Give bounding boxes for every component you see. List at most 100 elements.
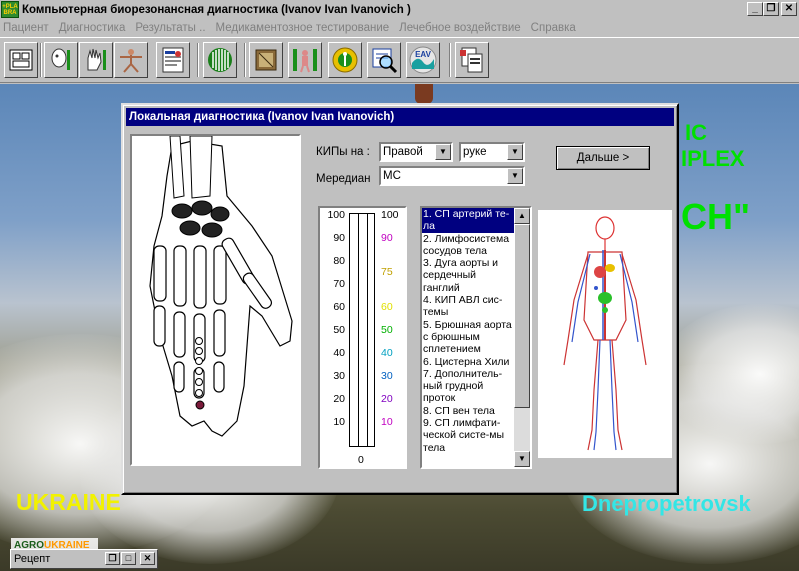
recipe-window-label: Рецепт	[14, 553, 51, 565]
scale-left-tick: 100	[327, 209, 345, 221]
list-item[interactable]: 4. КИП АВЛ сис-темы	[422, 294, 515, 319]
minimize-button[interactable]: _	[747, 2, 763, 16]
scale-zero: 0	[358, 454, 364, 466]
scale-left-tick: 40	[333, 347, 345, 359]
scroll-up-icon[interactable]: ▲	[514, 208, 530, 224]
list-item[interactable]: 6. Цистерна Хили	[422, 356, 515, 368]
list-item[interactable]: 8. СП вен тела	[422, 405, 515, 417]
scale-right-tick: 60	[381, 301, 393, 313]
scale-left-tick: 50	[333, 324, 345, 336]
dialog-title: Локальная диагностика (Ivanov Ivan Ivano…	[126, 108, 674, 126]
scale-left-tick: 80	[333, 255, 345, 267]
app-icon-text-2: BRA	[3, 9, 17, 16]
hand-skeleton-icon	[149, 135, 293, 437]
side-select-chevron-down-icon[interactable]: ▼	[435, 144, 451, 160]
scroll-down-icon[interactable]: ▼	[514, 451, 530, 467]
menu-patient[interactable]: Пациент	[3, 22, 49, 34]
list-item[interactable]: 9. СП лимфати-ческой систе-мы тела	[422, 417, 515, 454]
meridian-wheel-button[interactable]	[328, 42, 362, 78]
list-item[interactable]: 2. Лимфосистема сосудов тела	[422, 233, 515, 258]
scale-right-tick: 90	[381, 232, 393, 244]
scale-right-tick: 50	[381, 324, 393, 336]
list-item[interactable]: 3. Дуга аорты и сердечный ганглий	[422, 257, 515, 294]
signal-bars-icon	[208, 48, 232, 72]
scale-left-tick: 90	[333, 232, 345, 244]
hand-diagnosis-button[interactable]	[79, 42, 113, 78]
scale-left-tick: 10	[333, 416, 345, 428]
scale-left-tick: 60	[333, 301, 345, 313]
vitruvian-man-icon	[120, 49, 142, 73]
next-button[interactable]: Дальше >	[556, 146, 650, 170]
restore-button[interactable]: ❐	[763, 2, 779, 16]
hand-image[interactable]	[130, 134, 301, 466]
window-title: Компьютерная биорезонансная диагностика …	[22, 3, 411, 16]
eav-icon-label: EAV	[415, 50, 432, 59]
scale-left-tick: 70	[333, 278, 345, 290]
recipe-close-button[interactable]: ✕	[140, 552, 155, 565]
recipe-minimized-window[interactable]: Рецепт ❐ □ ✕	[10, 549, 158, 569]
list-item[interactable]: 7. Дополнитель-ный грудной проток	[422, 368, 515, 405]
body-scan-button[interactable]	[288, 42, 322, 78]
local-diagnostics-dialog: Локальная диагностика (Ivanov Ivan Ivano…	[121, 103, 679, 495]
document-print-button[interactable]	[455, 42, 489, 78]
kip-label: КИПы на :	[316, 146, 370, 158]
measurement-scale: 100 90 80 70 60 50 40 30 20 10 100 90 75…	[318, 206, 407, 469]
scale-tube	[349, 213, 375, 447]
meridian-select-chevron-down-icon[interactable]: ▼	[507, 168, 523, 184]
limb-select-value: руке	[463, 146, 487, 158]
scroll-thumb[interactable]	[514, 224, 530, 408]
limb-select[interactable]: руке ▼	[459, 142, 525, 162]
meridian-select[interactable]: MC ▼	[379, 166, 525, 186]
limb-select-chevron-down-icon[interactable]: ▼	[507, 144, 523, 160]
book-button[interactable]	[249, 42, 283, 78]
book-icon	[255, 49, 277, 71]
bg-text-plex: IPLEX	[681, 146, 745, 171]
menu-diagnostics[interactable]: Диагностика	[59, 22, 126, 34]
menu-results[interactable]: Результаты ..	[135, 22, 205, 34]
eav-icon: EAV	[409, 46, 437, 74]
recipe-maximize-button[interactable]: □	[121, 552, 136, 565]
menu-help[interactable]: Справка	[531, 22, 576, 34]
report-chart-button[interactable]	[156, 42, 190, 78]
signal-bars-button[interactable]	[203, 42, 237, 78]
scale-right-tick: 40	[381, 347, 393, 359]
body-scan-icon	[293, 49, 317, 73]
patients-button[interactable]	[4, 42, 38, 78]
bg-text-ukraine: UKRAINE	[16, 489, 121, 515]
close-button[interactable]: ✕	[781, 2, 797, 16]
scale-left-tick: 30	[333, 370, 345, 382]
magnifier-button[interactable]	[367, 42, 401, 78]
circulatory-system-icon	[563, 216, 647, 451]
vitruvian-man-button[interactable]	[114, 42, 148, 78]
app-icon[interactable]: +PLA BRA	[1, 1, 19, 18]
title-bar: +PLA BRA Компьютерная биорезонансная диа…	[0, 0, 799, 19]
side-select[interactable]: Правой ▼	[379, 142, 453, 162]
list-scrollbar[interactable]: ▲ ▼	[514, 208, 530, 467]
menu-drug-testing[interactable]: Медикаментозное тестирование	[216, 22, 390, 34]
head-diagnosis-button[interactable]	[44, 42, 78, 78]
scale-right-tick: 30	[381, 370, 393, 382]
bg-text-ic: IC	[685, 120, 707, 145]
scale-right-tick: 100	[381, 209, 399, 221]
list-item[interactable]: 5. Брюшная аорта с брюшным сплетением	[422, 319, 515, 356]
eav-button[interactable]: EAV	[406, 42, 440, 78]
scale-right-tick: 20	[381, 393, 393, 405]
scale-left-tick: 20	[333, 393, 345, 405]
head-diagnosis-icon	[51, 48, 70, 70]
scale-right-tick: 10	[381, 416, 393, 428]
toolbar: EAV	[0, 37, 799, 83]
menu-treatment[interactable]: Лечебное воздействие	[399, 22, 521, 34]
list-item[interactable]: 1. СП артерий те-ла	[422, 208, 515, 233]
recipe-restore-button[interactable]: ❐	[105, 552, 120, 565]
meridian-wheel-icon	[332, 47, 358, 73]
side-select-value: Правой	[383, 146, 423, 158]
hand-diagnosis-icon	[87, 48, 106, 71]
menu-bar: Пациент Диагностика Результаты .. Медика…	[0, 19, 799, 37]
patients-icon	[9, 49, 33, 71]
document-print-icon	[460, 47, 483, 73]
meridian-select-value: MC	[383, 170, 401, 182]
meridian-points-list[interactable]: 1. СП артерий те-ла 2. Лимфосистема сосу…	[420, 206, 532, 469]
rocket-shape	[415, 84, 433, 104]
body-anatomy-image	[538, 210, 672, 458]
bg-text-ch: CH"	[681, 196, 751, 237]
